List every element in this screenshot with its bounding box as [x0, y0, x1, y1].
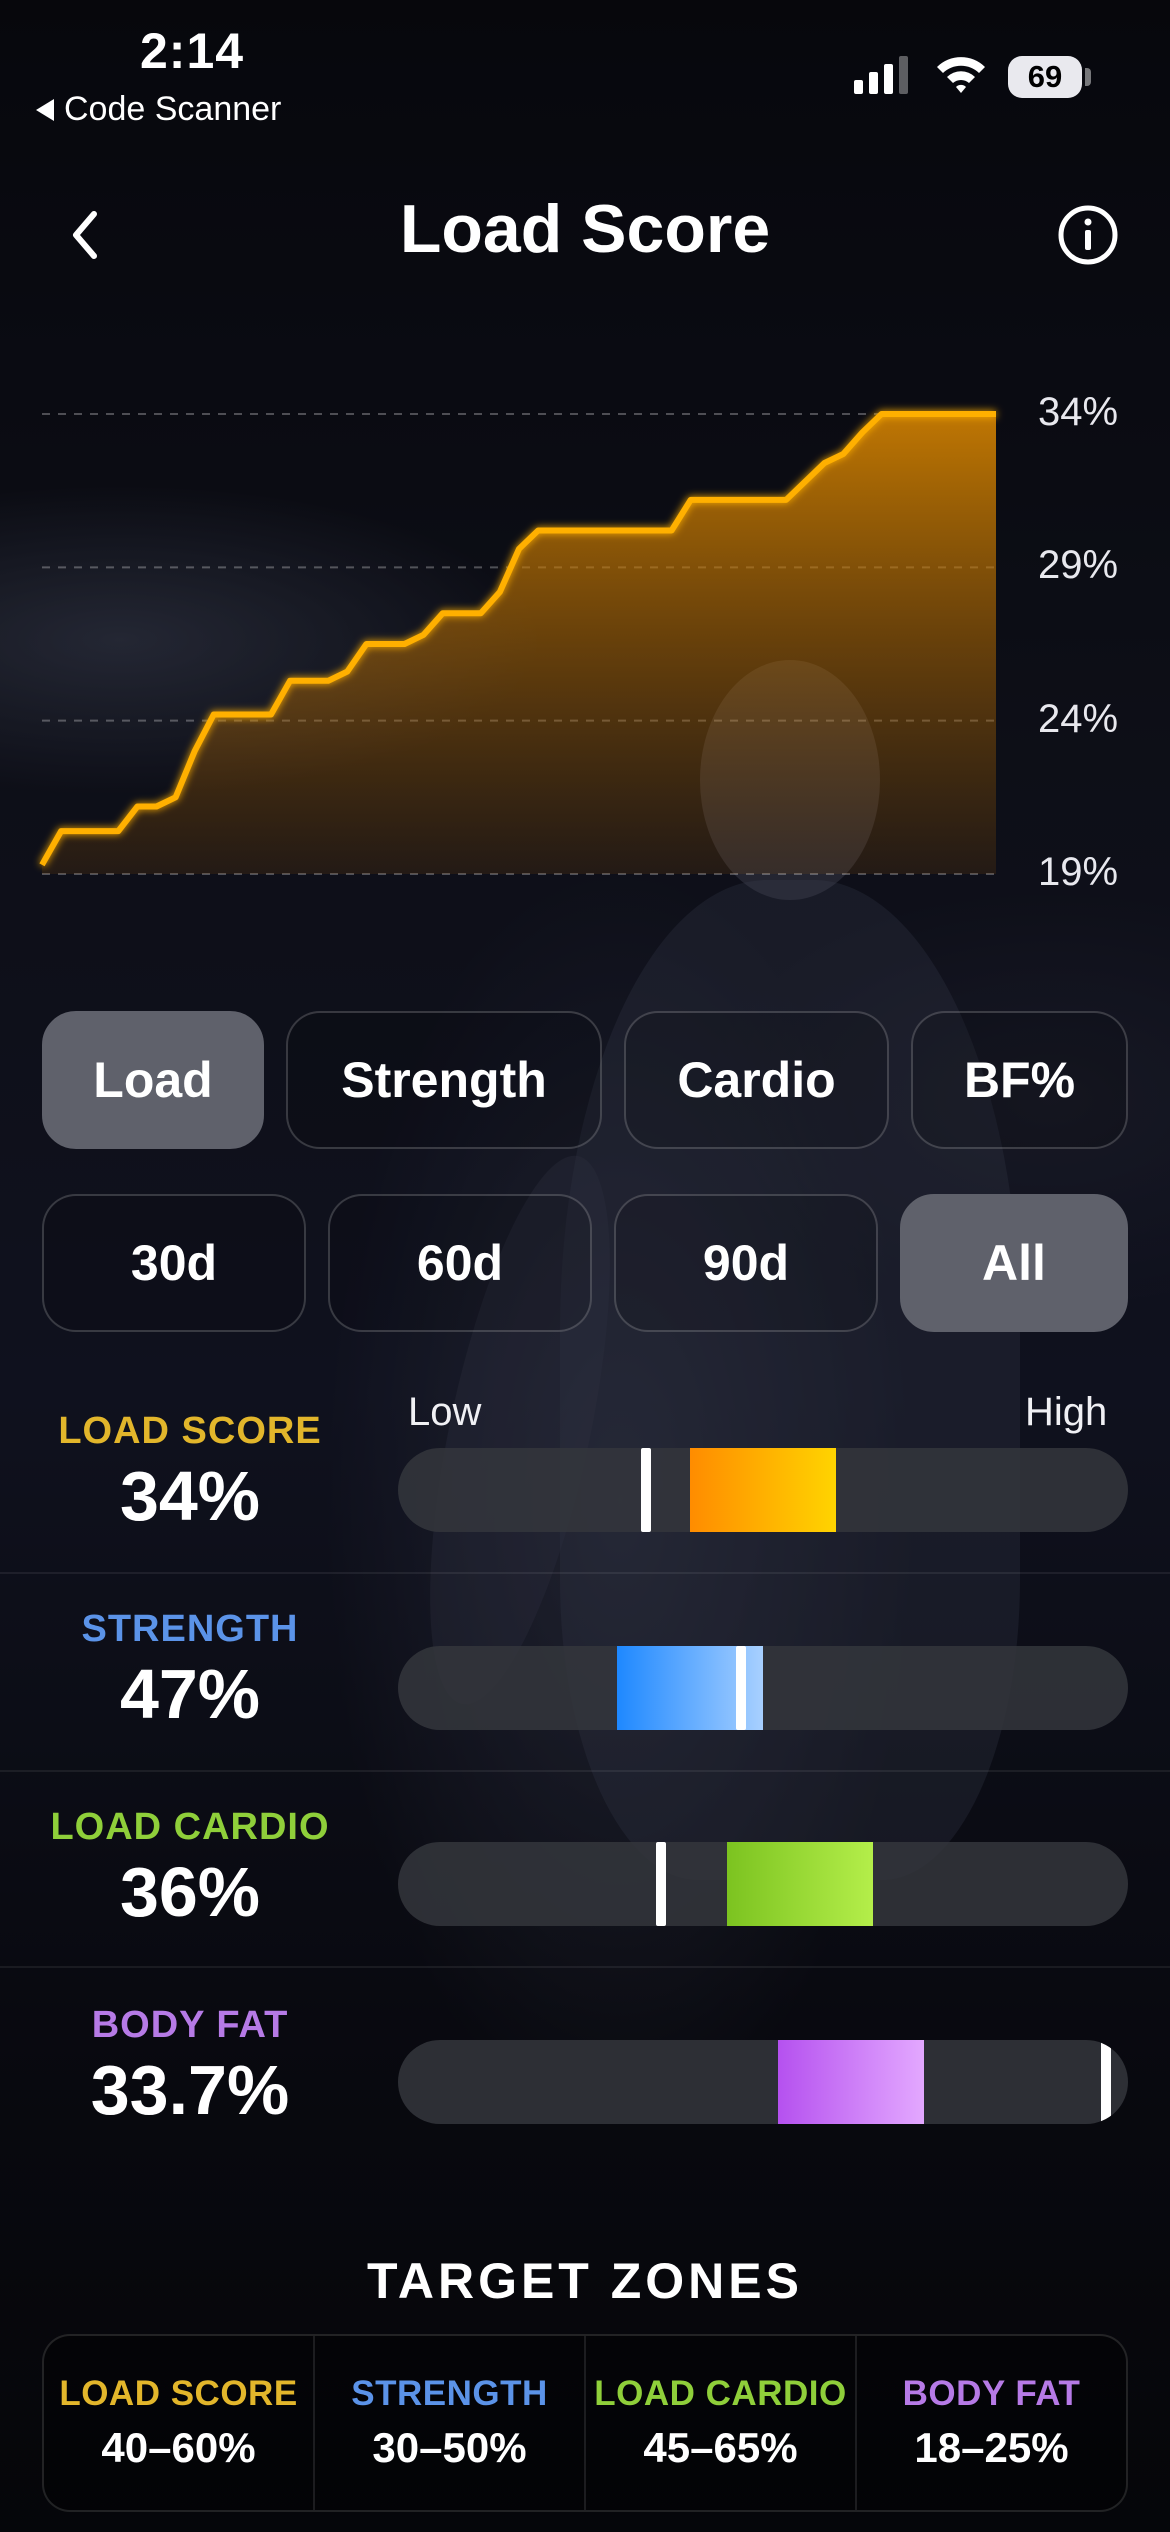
target-zone-range: 30–50%	[372, 2424, 527, 2471]
tab-load[interactable]: Load	[42, 1011, 264, 1149]
target-zone-label: STRENGTH	[351, 2374, 548, 2413]
chart-y-tick: 29%	[1038, 543, 1119, 588]
body-fat-bar	[398, 2040, 1128, 2124]
load-score-target-zone	[690, 1448, 836, 1532]
target-zone-load-score: LOAD SCORE 40–60%	[44, 2336, 315, 2510]
chart-y-tick: 19%	[1038, 850, 1119, 894]
range-60d[interactable]: 60d	[328, 1194, 592, 1332]
load-cardio-target-zone	[726, 1842, 873, 1926]
cellular-signal-icon	[854, 56, 908, 94]
target-zones-table: LOAD SCORE 40–60% STRENGTH 30–50% LOAD C…	[42, 2334, 1128, 2512]
target-zone-label: BODY FAT	[902, 2374, 1081, 2413]
strength-bar	[398, 1646, 1128, 1730]
status-time: 2:14	[140, 23, 245, 79]
metric-value-load-score: 34%	[119, 1457, 261, 1535]
target-zone-range: 45–65%	[643, 2424, 798, 2471]
range-30d[interactable]: 30d	[42, 1194, 306, 1332]
load-score-marker	[641, 1448, 652, 1532]
metric-value-strength: 47%	[119, 1655, 261, 1733]
target-zone-label: LOAD SCORE	[59, 2374, 298, 2413]
battery-tip	[1085, 68, 1091, 86]
scale-low-label: Low	[408, 1390, 482, 1434]
metric-value-body-fat: 33.7%	[90, 2051, 290, 2129]
target-zones-title: TARGET ZONES	[367, 2253, 803, 2309]
metric-label-load-cardio: LOAD CARDIO	[50, 1806, 330, 1848]
load-cardio-marker	[655, 1842, 666, 1926]
page-title: Load Score	[399, 191, 771, 267]
target-zone-label: LOAD CARDIO	[594, 2374, 847, 2413]
wifi-icon	[937, 57, 985, 93]
chart-plot	[39, 411, 996, 875]
target-zone-load-cardio: LOAD CARDIO 45–65%	[586, 2336, 857, 2510]
load-score-bar	[398, 1448, 1128, 1532]
range-90d[interactable]: 90d	[614, 1194, 878, 1332]
info-icon[interactable]	[1056, 203, 1120, 267]
load-cardio-bar	[398, 1842, 1128, 1926]
load-score-chart: 34% 29% 24% 19%	[0, 380, 1170, 900]
tab-strength[interactable]: Strength	[286, 1011, 602, 1149]
body-fat-target-zone	[777, 2040, 924, 2124]
metric-label-body-fat: BODY FAT	[91, 2004, 289, 2046]
divider	[0, 1770, 1170, 1772]
chart-area-fill	[42, 414, 996, 874]
back-to-app-link[interactable]: Code Scanner	[36, 90, 281, 129]
target-zone-strength: STRENGTH 30–50%	[315, 2336, 586, 2510]
chart-y-tick: 34%	[1038, 390, 1119, 434]
metric-value-load-cardio: 36%	[119, 1853, 261, 1931]
target-zone-range: 40–60%	[101, 2424, 256, 2471]
back-app-label: Code Scanner	[64, 90, 282, 128]
metric-label-load-score: LOAD SCORE	[58, 1410, 322, 1452]
divider	[0, 1966, 1170, 1968]
back-triangle-icon	[36, 98, 54, 121]
strength-marker	[736, 1646, 747, 1730]
target-zone-body-fat: BODY FAT 18–25%	[857, 2336, 1126, 2510]
divider	[0, 1572, 1170, 1574]
tab-bf[interactable]: BF%	[911, 1011, 1128, 1149]
metric-label-strength: STRENGTH	[81, 1608, 299, 1650]
scale-high-label: High	[1025, 1390, 1108, 1434]
range-all[interactable]: All	[900, 1194, 1128, 1332]
target-zone-range: 18–25%	[914, 2424, 1069, 2471]
battery-indicator: 69	[1008, 56, 1082, 98]
tab-cardio[interactable]: Cardio	[624, 1011, 889, 1149]
body-fat-marker	[1101, 2040, 1112, 2124]
chart-y-tick: 24%	[1038, 696, 1119, 741]
